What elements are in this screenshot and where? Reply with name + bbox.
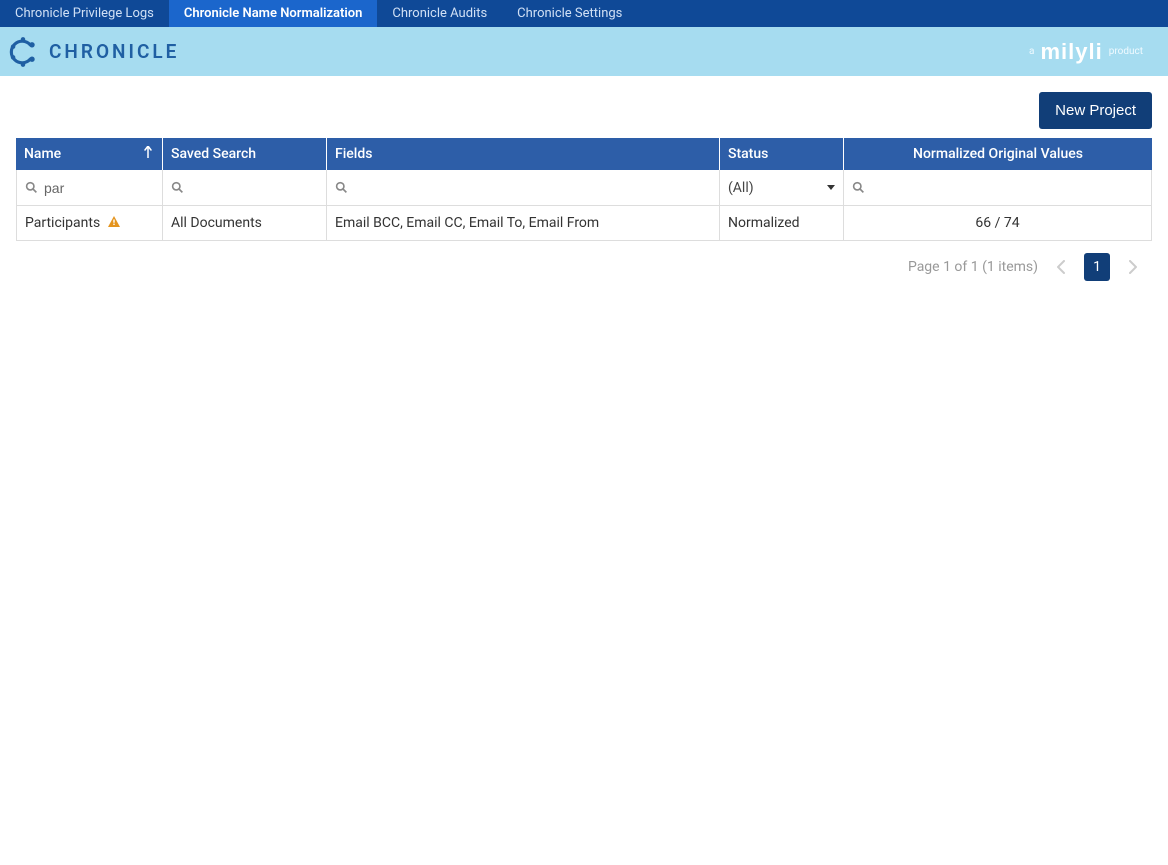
tagline-suffix: product xyxy=(1109,46,1143,57)
pager-page-1[interactable]: 1 xyxy=(1084,253,1110,281)
search-icon xyxy=(25,181,38,194)
tagline-prefix: a xyxy=(1029,46,1034,57)
col-header-normalized[interactable]: Normalized Original Values xyxy=(844,138,1152,170)
filter-fields-input[interactable] xyxy=(354,180,711,196)
chevron-left-icon xyxy=(1057,260,1065,274)
pager-prev-button[interactable] xyxy=(1048,253,1074,281)
chevron-right-icon xyxy=(1129,260,1137,274)
tab-audits[interactable]: Chronicle Audits xyxy=(377,0,502,27)
row-status: Normalized xyxy=(728,215,800,231)
sort-asc-icon xyxy=(144,146,152,162)
col-header-fields-label: Fields xyxy=(335,146,372,162)
col-header-status-label: Status xyxy=(728,146,768,162)
row-name: Participants xyxy=(25,215,100,231)
col-header-status[interactable]: Status xyxy=(720,138,844,170)
search-icon xyxy=(335,181,348,194)
tab-privilege-logs[interactable]: Chronicle Privilege Logs xyxy=(0,0,169,27)
filter-name-input[interactable] xyxy=(44,180,154,196)
filter-normalized-input[interactable] xyxy=(871,180,1143,196)
milyli-logo: milyli xyxy=(1040,39,1102,65)
col-header-fields[interactable]: Fields xyxy=(327,138,720,170)
brand-name: CHRONICLE xyxy=(49,40,179,63)
row-normalized: 66 / 74 xyxy=(975,215,1019,231)
content: New Project Name Saved Search Fields xyxy=(0,76,1168,281)
caret-down-icon xyxy=(827,185,835,190)
brand-left: CHRONICLE xyxy=(5,34,179,70)
top-nav: Chronicle Privilege Logs Chronicle Name … xyxy=(0,0,1168,27)
pager: Page 1 of 1 (1 items) 1 xyxy=(16,241,1152,281)
table-row[interactable]: Participants All Documents Email BCC, Em… xyxy=(16,206,1152,241)
row-saved-search: All Documents xyxy=(171,215,262,231)
search-icon xyxy=(852,181,865,194)
new-project-button[interactable]: New Project xyxy=(1039,92,1152,129)
col-header-name-label: Name xyxy=(24,146,61,162)
pager-summary: Page 1 of 1 (1 items) xyxy=(908,259,1038,275)
tab-name-normalization[interactable]: Chronicle Name Normalization xyxy=(169,0,378,27)
warning-icon xyxy=(108,216,120,230)
col-header-normalized-label: Normalized Original Values xyxy=(913,146,1083,162)
brand-right: a milyli product xyxy=(1029,39,1143,65)
tab-settings[interactable]: Chronicle Settings xyxy=(502,0,637,27)
col-header-saved-search[interactable]: Saved Search xyxy=(163,138,327,170)
projects-table: Name Saved Search Fields Status Normaliz… xyxy=(16,138,1152,241)
col-header-name[interactable]: Name xyxy=(16,138,163,170)
filter-status-value: (All) xyxy=(728,180,754,196)
toolbar: New Project xyxy=(16,92,1152,129)
search-icon xyxy=(171,181,184,194)
col-header-saved-search-label: Saved Search xyxy=(171,146,256,162)
filter-saved-search-input[interactable] xyxy=(190,180,318,196)
row-fields: Email BCC, Email CC, Email To, Email Fro… xyxy=(335,215,599,231)
filter-row: (All) xyxy=(16,170,1152,206)
pager-next-button[interactable] xyxy=(1120,253,1146,281)
brand-bar: CHRONICLE a milyli product xyxy=(0,27,1168,76)
filter-status-select[interactable]: (All) xyxy=(728,180,835,196)
chronicle-logo-icon xyxy=(5,34,41,70)
